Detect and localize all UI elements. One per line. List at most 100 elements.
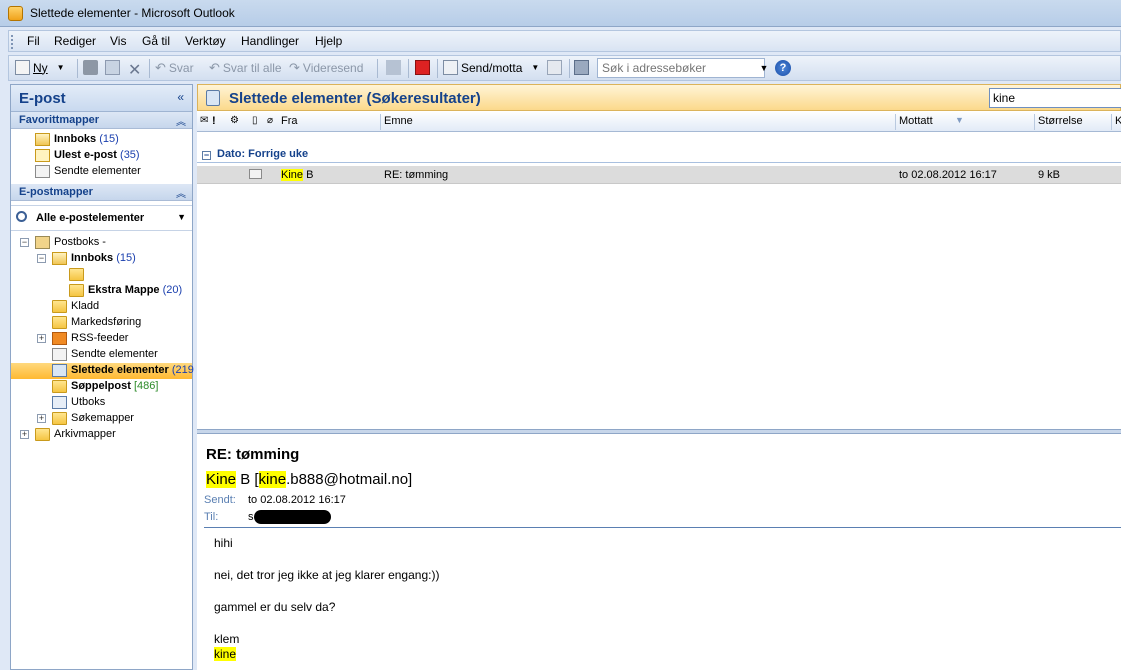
column-received[interactable]: Mottatt: [899, 115, 933, 127]
address-book-dropdown-icon[interactable]: ▼: [757, 58, 771, 78]
new-dropdown-icon[interactable]: ▼: [57, 63, 65, 72]
tree-unnamed-folder[interactable]: [11, 267, 192, 283]
expand-icon[interactable]: +: [37, 414, 46, 423]
column-size[interactable]: Størrelse: [1038, 115, 1083, 127]
standard-toolbar: Ny ▼ ✕ ↶ Svar ↶ Svar til alle ↷ Viderese…: [8, 55, 1121, 81]
address-book-search-input[interactable]: [597, 58, 765, 78]
menu-edit[interactable]: Rediger: [54, 34, 96, 48]
reminder-column-icon[interactable]: ⚙: [230, 115, 239, 126]
menu-view[interactable]: Vis: [110, 34, 126, 48]
tree-marketing[interactable]: Markedsføring: [11, 315, 192, 331]
read-message-icon: [249, 169, 262, 179]
tree-deleted[interactable]: Slettede elementer (219: [11, 363, 194, 379]
tree-rss[interactable]: + RSS-feeder: [11, 331, 192, 347]
send-receive-label: Send/motta: [461, 60, 523, 75]
column-subject[interactable]: Emne: [384, 115, 413, 127]
tree-inbox[interactable]: − Innboks (15): [11, 251, 192, 267]
expand-icon[interactable]: +: [20, 430, 29, 439]
favorite-unread-count: (35): [120, 149, 140, 161]
navigation-pane: E-post « Favorittmapper ︽ Innboks (15) U…: [10, 84, 194, 670]
tree-inbox-count: (15): [116, 252, 136, 264]
attachment-column-icon[interactable]: ⌀: [267, 115, 273, 126]
sent-value: to 02.08.2012 16:17: [248, 494, 346, 506]
new-mail-icon: [15, 60, 30, 75]
tree-archive[interactable]: + Arkivmapper: [11, 427, 192, 443]
reading-pane-splitter[interactable]: [197, 429, 1121, 434]
chevron-down-icon[interactable]: ▼: [177, 212, 186, 222]
column-from[interactable]: Fra: [281, 115, 298, 127]
help-icon[interactable]: ?: [775, 60, 791, 76]
group-divider: [197, 162, 1121, 163]
reading-from-email-highlight: kine: [258, 471, 287, 488]
menu-tools[interactable]: Verktøy: [185, 34, 226, 48]
sent-folder-icon: [52, 348, 67, 361]
reading-subject: RE: tømming: [206, 446, 300, 463]
menu-grip[interactable]: [11, 35, 14, 49]
title-bar: Slettede elementer - Microsoft Outlook: [0, 0, 1121, 27]
address-book-button[interactable]: [574, 60, 589, 75]
favorite-inbox-label: Innboks: [54, 133, 97, 145]
tree-extra-folder-count: (20): [162, 284, 183, 296]
collapse-favorites-icon[interactable]: ︽: [176, 113, 186, 128]
favorite-inbox[interactable]: Innboks (15): [11, 132, 192, 148]
junk-folder-icon: [52, 380, 67, 393]
send-receive-button[interactable]: Send/motta ▼: [443, 60, 539, 75]
menu-actions[interactable]: Handlinger: [241, 34, 299, 48]
favorite-unread[interactable]: Ulest e-post (35): [11, 148, 192, 164]
collapse-mail-folders-icon[interactable]: ︽: [176, 185, 186, 200]
tree-mailbox[interactable]: − Postboks -: [11, 235, 192, 251]
column-divider[interactable]: [380, 114, 381, 130]
nav-title: E-post: [19, 90, 66, 107]
tree-search-folders[interactable]: + Søkemapper: [11, 411, 192, 427]
tree-outbox[interactable]: Utboks: [11, 395, 192, 411]
find-contact-icon: [547, 60, 562, 75]
menu-go[interactable]: Gå til: [142, 34, 170, 48]
outlook-app-icon[interactable]: [8, 6, 23, 21]
column-divider[interactable]: [1111, 114, 1112, 130]
icon-column-icon[interactable]: ✉: [200, 115, 208, 126]
folder-icon: [52, 316, 67, 329]
follow-up-button[interactable]: [415, 60, 430, 75]
column-divider[interactable]: [895, 114, 896, 130]
new-button[interactable]: Ny ▼: [15, 60, 65, 75]
send-receive-dropdown-icon[interactable]: ▼: [531, 63, 539, 72]
tree-drafts[interactable]: Kladd: [11, 299, 192, 315]
collapse-icon[interactable]: −: [37, 254, 46, 263]
move-button[interactable]: [105, 60, 120, 75]
tree-sent[interactable]: Sendte elementer: [11, 347, 192, 363]
redaction-mark: [254, 510, 331, 524]
instant-search-input[interactable]: [989, 88, 1121, 108]
reply-all-button[interactable]: ↶ Svar til alle: [209, 60, 282, 76]
collapse-icon[interactable]: −: [20, 238, 29, 247]
forward-button[interactable]: ↷ Videresend: [289, 60, 363, 76]
tree-junk[interactable]: Søppelpost [486]: [11, 379, 192, 395]
menu-file[interactable]: Fil: [27, 34, 40, 48]
tree-outbox-label: Utboks: [71, 396, 106, 408]
to-value[interactable]: s: [248, 511, 254, 523]
delete-button[interactable]: ✕: [128, 60, 141, 80]
mail-folders-header[interactable]: E-postmapper ︽: [11, 184, 192, 201]
all-mail-items-selector[interactable]: Alle e-postelementer ▼: [11, 205, 192, 231]
collapse-group-icon[interactable]: −: [202, 151, 211, 160]
message-row[interactable]: Kine B RE: tømming to 02.08.2012 16:17 9…: [197, 166, 1121, 184]
send-receive-icon: [443, 60, 458, 75]
categorize-button[interactable]: [386, 60, 401, 75]
print-button[interactable]: [83, 60, 98, 75]
column-divider[interactable]: [1034, 114, 1035, 130]
type-column-icon[interactable]: ▯: [252, 115, 258, 126]
tree-extra-folder[interactable]: Ekstra Mappe (20): [11, 283, 192, 299]
find-contact-button[interactable]: [547, 60, 562, 75]
menu-help[interactable]: Hjelp: [315, 34, 342, 48]
deleted-items-icon: [206, 90, 220, 106]
message-size: 9 kB: [1038, 169, 1061, 181]
collapse-nav-icon[interactable]: «: [177, 90, 184, 104]
column-categories[interactable]: K: [1115, 115, 1121, 127]
importance-column-icon[interactable]: !: [212, 115, 216, 127]
group-header[interactable]: − Dato: Forrige uke: [202, 148, 308, 160]
favorites-header[interactable]: Favorittmapper ︽: [11, 112, 192, 129]
sort-descending-icon[interactable]: ▼: [955, 115, 964, 125]
expand-icon[interactable]: +: [37, 334, 46, 343]
reading-from[interactable]: Kine B [kine.b888@hotmail.no]: [206, 471, 412, 488]
reply-button[interactable]: ↶ Svar: [155, 60, 194, 76]
favorite-sent[interactable]: Sendte elementer: [11, 164, 192, 180]
